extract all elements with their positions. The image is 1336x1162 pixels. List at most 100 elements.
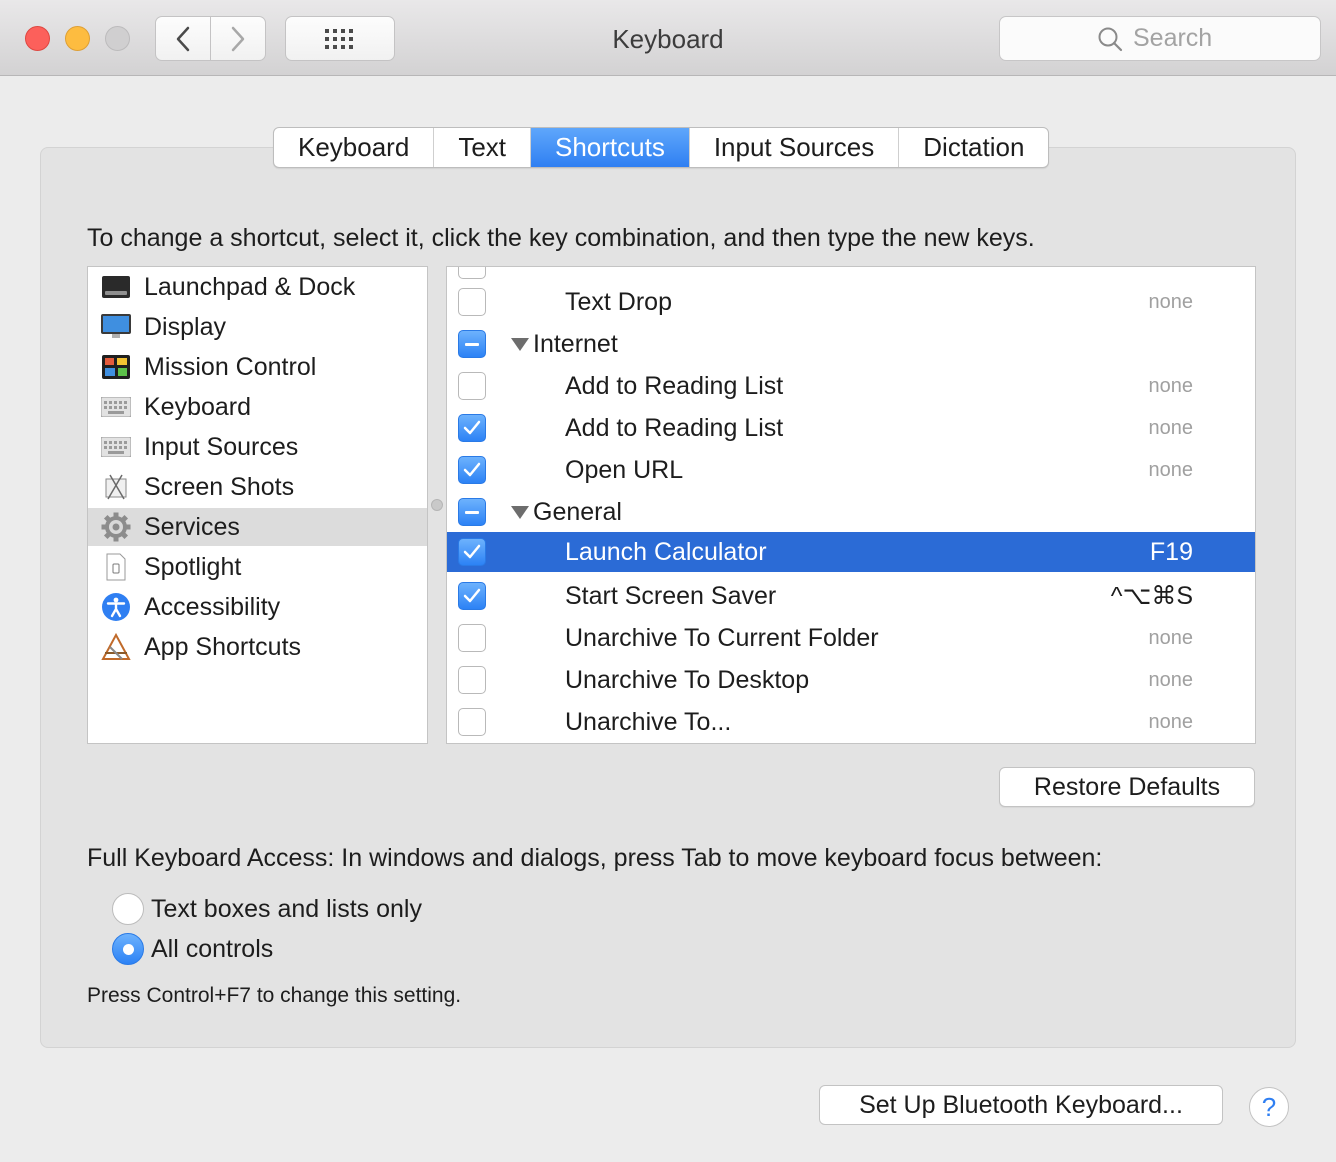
category-label: Services xyxy=(144,512,240,541)
launchpad-dock-icon xyxy=(100,272,132,302)
group-checkbox[interactable] xyxy=(458,330,486,358)
shortcut-row[interactable]: Add to Reading List none xyxy=(447,408,1255,448)
keyboard-icon xyxy=(100,392,132,422)
full-keyboard-access-label: Full Keyboard Access: In windows and dia… xyxy=(87,844,1103,872)
shortcut-list[interactable]: Text Drop none Internet Add to Reading L… xyxy=(446,266,1256,744)
search-icon xyxy=(1098,27,1123,51)
shortcut-keys[interactable]: none xyxy=(1149,627,1194,650)
group-label: Internet xyxy=(533,329,618,358)
shortcut-label: Launch Calculator xyxy=(565,537,767,566)
checkmark-icon xyxy=(463,544,481,559)
category-label: Spotlight xyxy=(144,552,242,581)
input-sources-icon xyxy=(100,432,132,462)
shortcut-row[interactable]: Unarchive To Current Folder none xyxy=(447,618,1255,658)
shortcut-group-row[interactable]: General xyxy=(447,492,1255,532)
shortcut-checkbox[interactable] xyxy=(458,708,486,736)
set-up-bluetooth-keyboard-button[interactable]: Set Up Bluetooth Keyboard... xyxy=(819,1085,1223,1125)
tab-text[interactable]: Text xyxy=(434,128,531,167)
radio-label: All controls xyxy=(151,934,274,963)
category-services[interactable]: Services xyxy=(88,508,427,546)
radio-button[interactable] xyxy=(112,933,144,965)
category-launchpad-dock[interactable]: Launchpad & Dock xyxy=(88,268,427,306)
shortcut-keys[interactable]: none xyxy=(1149,711,1194,734)
shortcut-keys[interactable]: none xyxy=(1149,375,1194,398)
category-label: Launchpad & Dock xyxy=(144,272,356,301)
category-keyboard[interactable]: Keyboard xyxy=(88,388,427,426)
category-label: App Shortcuts xyxy=(144,632,302,661)
shortcut-label: Add to Reading List xyxy=(565,371,784,400)
mission-control-icon xyxy=(100,352,132,382)
shortcut-checkbox[interactable] xyxy=(458,288,486,316)
shortcut-checkbox[interactable] xyxy=(458,372,486,400)
hint-text: Press Control+F7 to change this setting. xyxy=(87,984,462,1007)
shortcut-keys[interactable]: none xyxy=(1149,459,1194,482)
category-label: Input Sources xyxy=(144,432,299,461)
tab-dictation[interactable]: Dictation xyxy=(899,128,1048,167)
shortcut-keys[interactable]: none xyxy=(1149,417,1194,440)
shortcut-label: Open URL xyxy=(565,455,684,484)
group-label: General xyxy=(533,497,622,526)
disclosure-triangle-icon[interactable] xyxy=(511,505,529,519)
category-label: Mission Control xyxy=(144,352,317,381)
category-input-sources[interactable]: Input Sources xyxy=(88,428,427,466)
restore-defaults-button[interactable]: Restore Defaults xyxy=(999,767,1255,807)
shortcut-row[interactable]: Add to Reading List none xyxy=(447,366,1255,406)
shortcut-row[interactable]: Text Drop none xyxy=(447,282,1255,322)
category-app-shortcuts[interactable]: App Shortcuts xyxy=(88,628,427,666)
app-shortcuts-icon xyxy=(100,632,132,662)
shortcut-keys[interactable]: F19 xyxy=(1150,538,1193,567)
shortcut-checkbox[interactable] xyxy=(458,666,486,694)
title-bar: Keyboard xyxy=(0,0,1336,76)
shortcut-label: Unarchive To... xyxy=(565,707,732,736)
shortcut-checkbox[interactable] xyxy=(458,414,486,442)
shortcut-checkbox[interactable] xyxy=(458,582,486,610)
shortcut-label: Start Screen Saver xyxy=(565,581,777,610)
shortcut-label: Add to Reading List xyxy=(565,413,784,442)
shortcut-checkbox[interactable] xyxy=(458,456,486,484)
category-mission-control[interactable]: Mission Control xyxy=(88,348,427,386)
shortcut-row[interactable]: Unarchive To... none xyxy=(447,702,1255,742)
checkmark-icon xyxy=(463,462,481,477)
category-label: Accessibility xyxy=(144,592,281,621)
radio-all-controls[interactable]: All controls xyxy=(112,932,273,966)
shortcut-label: Unarchive To Current Folder xyxy=(565,623,879,652)
shortcut-checkbox[interactable] xyxy=(458,538,486,566)
radio-button[interactable] xyxy=(112,893,144,925)
shortcut-row[interactable]: Unarchive To Desktop none xyxy=(447,660,1255,700)
radio-label: Text boxes and lists only xyxy=(151,894,422,923)
category-display[interactable]: Display xyxy=(88,308,427,346)
help-button[interactable]: ? xyxy=(1249,1087,1289,1127)
category-spotlight[interactable]: Spotlight xyxy=(88,548,427,586)
tab-shortcuts[interactable]: Shortcuts xyxy=(531,128,690,167)
radio-text-boxes-and-lists[interactable]: Text boxes and lists only xyxy=(112,892,422,926)
category-label: Screen Shots xyxy=(144,472,295,501)
shortcut-keys[interactable]: none xyxy=(1149,291,1194,314)
shortcut-group-row[interactable]: Internet xyxy=(447,324,1255,364)
search-input[interactable] xyxy=(1133,24,1223,53)
display-icon xyxy=(100,312,132,342)
split-view-handle[interactable] xyxy=(431,499,443,511)
disclosure-triangle-icon[interactable] xyxy=(511,337,529,351)
checkmark-icon xyxy=(463,588,481,603)
shortcut-row[interactable]: Start Screen Saver ^⌥⌘S xyxy=(447,576,1255,616)
search-field[interactable] xyxy=(999,16,1321,61)
gear-icon xyxy=(100,512,132,542)
tab-keyboard[interactable]: Keyboard xyxy=(274,128,435,167)
shortcut-label: Text Drop xyxy=(565,287,672,316)
shortcut-checkbox[interactable] xyxy=(458,624,486,652)
shortcut-row-selected[interactable]: Launch Calculator F19 xyxy=(447,532,1255,572)
shortcut-label: Unarchive To Desktop xyxy=(565,665,810,694)
shortcut-row[interactable]: Open URL none xyxy=(447,450,1255,490)
category-accessibility[interactable]: Accessibility xyxy=(88,588,427,626)
tab-input-sources[interactable]: Input Sources xyxy=(690,128,900,167)
tab-bar: Keyboard Text Shortcuts Input Sources Di… xyxy=(273,127,1050,168)
category-label: Keyboard xyxy=(144,392,252,421)
category-label: Display xyxy=(144,312,226,341)
category-list[interactable]: Launchpad & Dock Display Mission Control… xyxy=(87,266,428,744)
group-checkbox[interactable] xyxy=(458,498,486,526)
category-screen-shots[interactable]: Screen Shots xyxy=(88,468,427,506)
instruction-text: To change a shortcut, select it, click t… xyxy=(87,224,1035,252)
shortcut-keys[interactable]: ^⌥⌘S xyxy=(1111,581,1193,611)
shortcut-keys[interactable]: none xyxy=(1149,669,1194,692)
checkmark-icon xyxy=(463,420,481,435)
